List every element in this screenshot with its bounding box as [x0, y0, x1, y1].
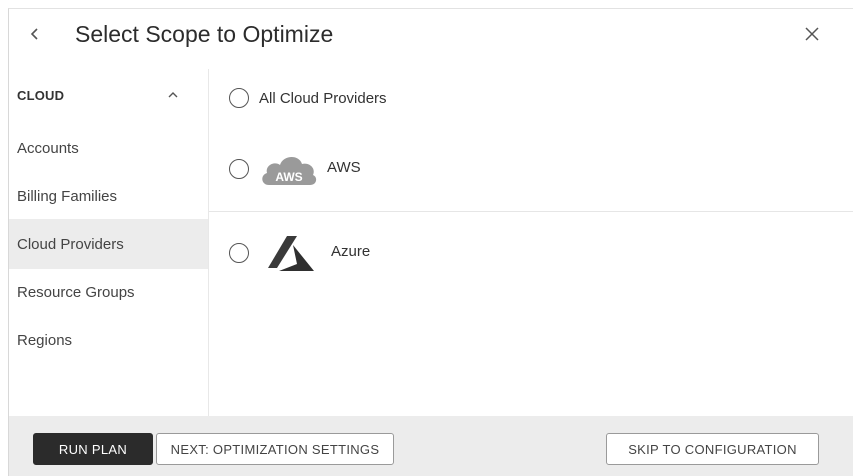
sidebar-section-label: CLOUD: [17, 88, 65, 103]
sidebar-item-billing-families[interactable]: Billing Families: [9, 171, 208, 221]
option-all-cloud-providers[interactable]: All Cloud Providers: [229, 85, 387, 111]
option-azure[interactable]: Azure: [229, 233, 370, 273]
provider-list: All Cloud Providers AWS AWS Azure: [209, 69, 853, 417]
sidebar-item-regions[interactable]: Regions: [9, 315, 208, 365]
sidebar-item-cloud-providers[interactable]: Cloud Providers: [9, 219, 208, 269]
chevron-left-icon: [30, 28, 38, 40]
radio-azure[interactable]: [229, 243, 249, 263]
sidebar-section-cloud[interactable]: CLOUD: [9, 69, 208, 125]
option-label: All Cloud Providers: [259, 89, 387, 107]
next-optimization-settings-button[interactable]: NEXT: OPTIMIZATION SETTINGS: [156, 433, 394, 465]
dialog-footer: RUN PLAN NEXT: OPTIMIZATION SETTINGS SKI…: [9, 416, 853, 476]
scope-sidebar: CLOUD Accounts Billing Families Cloud Pr…: [9, 69, 209, 417]
dialog-title: Select Scope to Optimize: [75, 21, 334, 47]
sidebar-item-resource-groups[interactable]: Resource Groups: [9, 267, 208, 317]
run-plan-button[interactable]: RUN PLAN: [33, 433, 153, 465]
sidebar-item-accounts[interactable]: Accounts: [9, 123, 208, 173]
close-button[interactable]: [799, 19, 825, 49]
dialog-header: Select Scope to Optimize: [9, 9, 853, 59]
radio-aws[interactable]: [229, 159, 249, 179]
option-label: Azure: [331, 242, 371, 260]
scope-dialog: Select Scope to Optimize CLOUD Accounts …: [8, 8, 853, 476]
close-icon: [805, 27, 819, 41]
option-label: AWS: [327, 158, 361, 176]
back-button[interactable]: [23, 19, 47, 49]
aws-logo-text: AWS: [275, 170, 302, 184]
radio-all-cloud-providers[interactable]: [229, 88, 249, 108]
skip-to-configuration-button[interactable]: SKIP TO CONFIGURATION: [606, 433, 819, 465]
chevron-up-icon: [168, 92, 178, 98]
aws-cloud-icon: AWS: [262, 156, 317, 185]
azure-logo-icon: [268, 236, 314, 271]
option-aws[interactable]: AWS AWS: [229, 149, 361, 189]
divider: [209, 211, 853, 212]
